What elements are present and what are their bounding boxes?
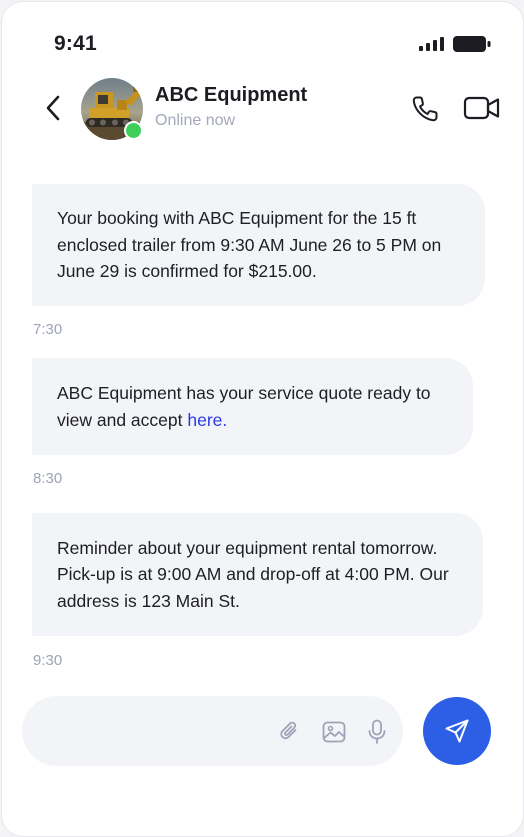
phone-icon [412, 96, 438, 122]
microphone-button[interactable] [363, 718, 391, 746]
status-bar-time: 9:41 [54, 32, 97, 55]
video-call-button[interactable] [463, 94, 501, 122]
video-camera-icon [463, 96, 500, 120]
online-status-dot [124, 121, 143, 140]
message-bubble: Your booking with ABC Equipment for the … [32, 184, 485, 306]
message-composer [22, 696, 403, 768]
send-button[interactable] [423, 697, 491, 765]
back-button[interactable] [42, 94, 66, 122]
contact-name[interactable]: ABC Equipment [155, 84, 307, 107]
message-bubble: ABC Equipment has your service quote rea… [32, 358, 473, 455]
message-text: Your booking with ABC Equipment for the … [57, 208, 442, 282]
image-icon [322, 721, 346, 743]
message-text: Reminder about your equipment rental tom… [57, 537, 449, 611]
message-text: ABC Equipment has your service quote rea… [57, 380, 453, 433]
back-arrow-icon [46, 95, 60, 121]
message-bubble: Reminder about your equipment rental tom… [32, 513, 483, 636]
image-button[interactable] [320, 718, 348, 746]
message-text-body: ABC Equipment has your service quote rea… [57, 383, 431, 430]
message-timestamp: 9:30 [33, 652, 63, 669]
call-button[interactable] [410, 94, 440, 124]
microphone-icon [368, 719, 386, 744]
send-icon [445, 719, 469, 743]
phone-frame: 9:41 ABC Equipment Online now Your booki… [1, 1, 524, 837]
attach-button[interactable] [276, 718, 304, 746]
message-input[interactable] [44, 696, 278, 768]
signal-icon [419, 37, 444, 51]
status-bar-icons [419, 36, 491, 52]
battery-icon [453, 36, 491, 52]
message-timestamp: 7:30 [33, 321, 63, 338]
paperclip-icon [280, 721, 297, 740]
quote-link[interactable]: here. [187, 410, 227, 430]
message-timestamp: 8:30 [33, 470, 63, 487]
contact-status: Online now [155, 112, 236, 129]
